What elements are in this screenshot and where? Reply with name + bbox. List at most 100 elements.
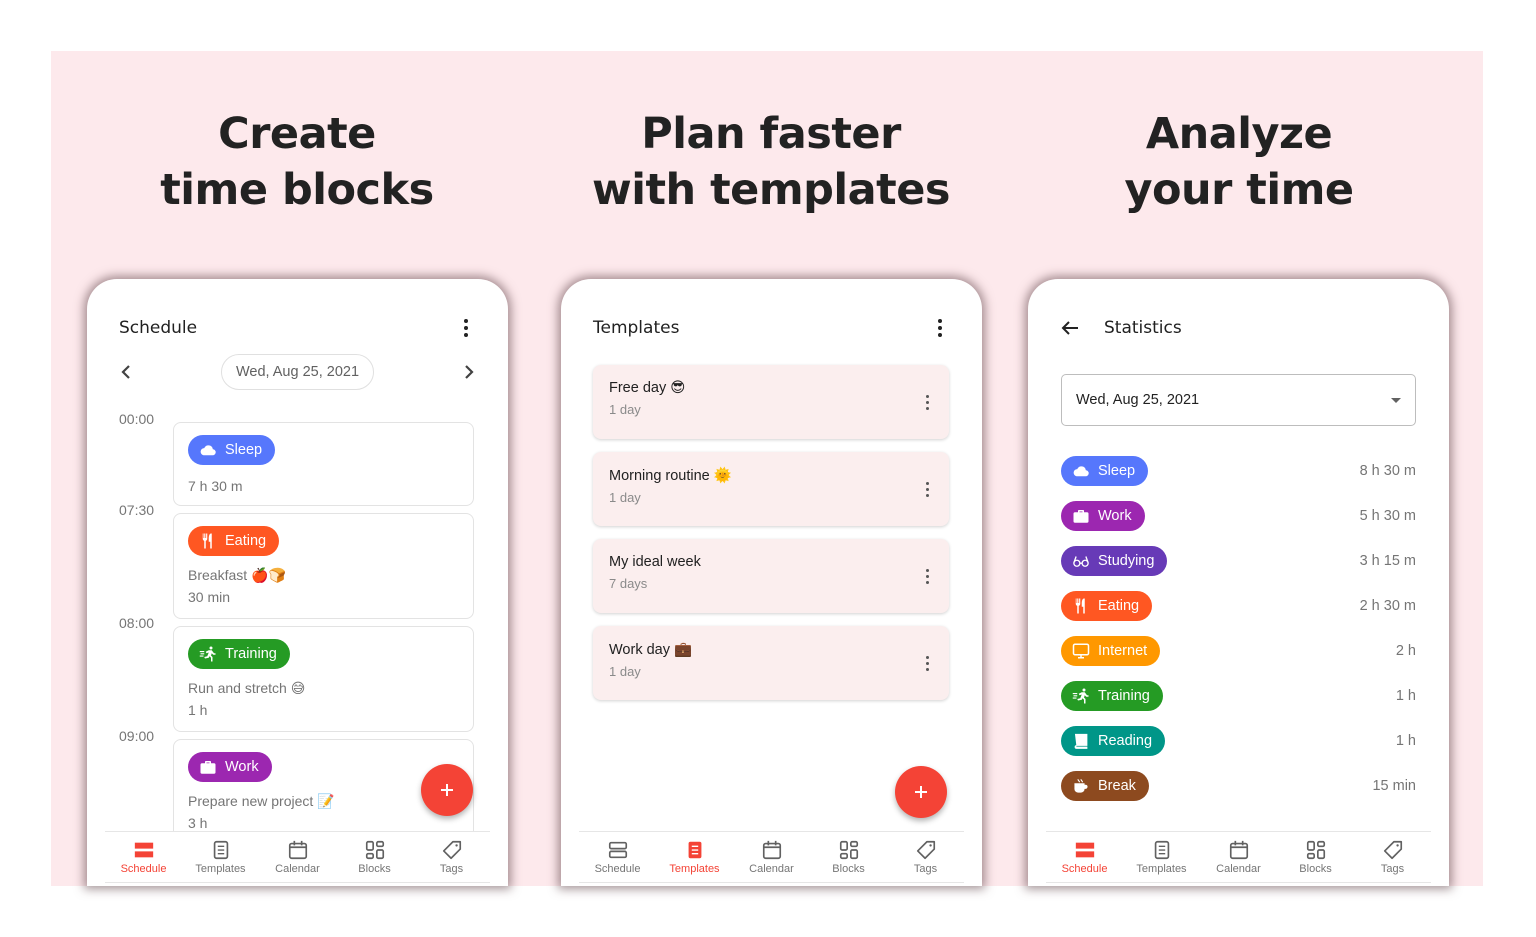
time-block[interactable]: Training Run and stretch 😅 1 h bbox=[173, 626, 474, 732]
nav-label: Schedule bbox=[594, 863, 641, 875]
stat-row[interactable]: Training 1 h bbox=[1061, 680, 1416, 712]
headline-line: with templates bbox=[592, 165, 950, 215]
chevron-right-icon[interactable] bbox=[458, 361, 480, 383]
template-card[interactable]: My ideal week 7 days bbox=[593, 539, 949, 613]
tag-pill-training: Training bbox=[1061, 681, 1163, 711]
grid-icon bbox=[1306, 840, 1325, 860]
stat-row[interactable]: Sleep 8 h 30 m bbox=[1061, 455, 1416, 487]
stat-row[interactable]: Eating 2 h 30 m bbox=[1061, 590, 1416, 622]
stat-duration: 5 h 30 m bbox=[1359, 508, 1416, 524]
nav-calendar[interactable]: Calendar bbox=[1200, 832, 1277, 882]
block-description: Run and stretch 😅 1 h bbox=[188, 677, 459, 721]
tag-label: Internet bbox=[1098, 643, 1148, 659]
nav-calendar[interactable]: Calendar bbox=[259, 832, 336, 882]
grid-icon bbox=[839, 840, 858, 860]
nav-label: Calendar bbox=[275, 863, 320, 875]
nav-schedule[interactable]: Schedule bbox=[1046, 832, 1123, 882]
block-duration: 1 h bbox=[188, 702, 208, 718]
stat-row[interactable]: Studying 3 h 15 m bbox=[1061, 545, 1416, 577]
more-options-icon[interactable] bbox=[456, 318, 476, 338]
template-name: Morning routine 🌞 bbox=[609, 468, 732, 484]
screen-title: Schedule bbox=[119, 318, 198, 338]
bottom-nav: Schedule Templates Calendar Blocks Tags bbox=[105, 831, 490, 883]
tag-pill-work: Work bbox=[188, 752, 272, 782]
book-icon bbox=[1074, 733, 1088, 749]
more-options-icon[interactable] bbox=[930, 318, 950, 338]
screen-title: Statistics bbox=[1104, 318, 1182, 338]
block-description: Prepare new project 📝 3 h bbox=[188, 790, 459, 831]
stat-duration: 3 h 15 m bbox=[1359, 553, 1416, 569]
time-block[interactable]: Eating Breakfast 🍎🍞 30 min bbox=[173, 513, 474, 619]
schedule-icon bbox=[134, 842, 153, 858]
headline-plan: Plan faster with templates bbox=[536, 106, 1006, 218]
tag-label: Sleep bbox=[225, 442, 263, 458]
nav-templates[interactable]: Templates bbox=[182, 832, 259, 882]
add-block-button[interactable] bbox=[421, 764, 473, 816]
tag-label: Reading bbox=[1098, 733, 1153, 749]
stat-row[interactable]: Break 15 min bbox=[1061, 770, 1416, 802]
nav-schedule[interactable]: Schedule bbox=[579, 832, 656, 882]
calendar-icon bbox=[762, 840, 781, 860]
nav-tags[interactable]: Tags bbox=[887, 832, 964, 882]
tag-label: Eating bbox=[225, 533, 267, 549]
tag-icon bbox=[916, 840, 935, 860]
calendar-icon bbox=[288, 840, 307, 860]
bottom-nav: Schedule Templates Calendar Blocks Tags bbox=[1046, 831, 1431, 883]
headline-line: Analyze bbox=[1145, 109, 1333, 159]
nav-label: Schedule bbox=[1061, 863, 1108, 875]
nav-templates[interactable]: Templates bbox=[656, 832, 733, 882]
date-dropdown[interactable]: Wed, Aug 25, 2021 bbox=[1061, 374, 1416, 426]
cloud-icon bbox=[1073, 466, 1089, 477]
stat-duration: 1 h bbox=[1395, 733, 1416, 749]
nav-calendar[interactable]: Calendar bbox=[733, 832, 810, 882]
nav-blocks[interactable]: Blocks bbox=[1277, 832, 1354, 882]
template-options-icon[interactable] bbox=[917, 566, 937, 586]
phone-statistics: Statistics Wed, Aug 25, 2021 Sleep 8 h 3… bbox=[1028, 279, 1449, 886]
date-chip[interactable]: Wed, Aug 25, 2021 bbox=[220, 354, 375, 390]
add-template-button[interactable] bbox=[895, 766, 947, 818]
tag-label: Eating bbox=[1098, 598, 1140, 614]
nav-blocks[interactable]: Blocks bbox=[810, 832, 887, 882]
template-card[interactable]: Morning routine 🌞 1 day bbox=[593, 452, 949, 526]
plus-icon bbox=[915, 786, 927, 798]
nav-blocks[interactable]: Blocks bbox=[336, 832, 413, 882]
stat-duration: 1 h bbox=[1395, 688, 1416, 704]
nav-schedule[interactable]: Schedule bbox=[105, 832, 182, 882]
stat-duration: 2 h 30 m bbox=[1359, 598, 1416, 614]
fork-knife-icon bbox=[1075, 598, 1085, 614]
calendar-icon bbox=[1229, 840, 1248, 860]
nav-tags[interactable]: Tags bbox=[1354, 832, 1431, 882]
stat-row[interactable]: Work 5 h 30 m bbox=[1061, 500, 1416, 532]
briefcase-icon bbox=[200, 761, 216, 774]
chevron-left-icon[interactable] bbox=[115, 361, 137, 383]
cloud-icon bbox=[200, 445, 216, 456]
stat-row[interactable]: Reading 1 h bbox=[1061, 725, 1416, 757]
glasses-icon bbox=[1073, 556, 1089, 567]
headline-line: Create bbox=[218, 109, 376, 159]
nav-label: Calendar bbox=[749, 863, 794, 875]
back-arrow-icon[interactable] bbox=[1058, 316, 1082, 340]
template-length: 1 day bbox=[609, 402, 641, 417]
stat-duration: 15 min bbox=[1372, 778, 1416, 794]
template-options-icon[interactable] bbox=[917, 653, 937, 673]
nav-templates[interactable]: Templates bbox=[1123, 832, 1200, 882]
nav-label: Tags bbox=[913, 863, 938, 875]
template-options-icon[interactable] bbox=[917, 392, 937, 412]
time-label: 09:00 bbox=[119, 728, 155, 744]
block-note: Breakfast 🍎🍞 bbox=[188, 567, 286, 583]
nav-label: Templates bbox=[195, 863, 246, 875]
nav-label: Blocks bbox=[832, 863, 865, 875]
dropdown-value: Wed, Aug 25, 2021 bbox=[1076, 392, 1200, 408]
stat-row[interactable]: Internet 2 h bbox=[1061, 635, 1416, 667]
nav-label: Templates bbox=[1136, 863, 1187, 875]
template-length: 1 day bbox=[609, 490, 641, 505]
template-card[interactable]: Free day 😎 1 day bbox=[593, 365, 949, 439]
template-card[interactable]: Work day 💼 1 day bbox=[593, 626, 949, 700]
time-block[interactable]: Sleep 7 h 30 m bbox=[173, 422, 474, 506]
headline-create: Create time blocks bbox=[62, 106, 532, 218]
nav-label: Tags bbox=[439, 863, 464, 875]
stat-duration: 2 h bbox=[1395, 643, 1416, 659]
nav-tags[interactable]: Tags bbox=[413, 832, 490, 882]
template-options-icon[interactable] bbox=[917, 479, 937, 499]
monitor-icon bbox=[1072, 643, 1090, 659]
